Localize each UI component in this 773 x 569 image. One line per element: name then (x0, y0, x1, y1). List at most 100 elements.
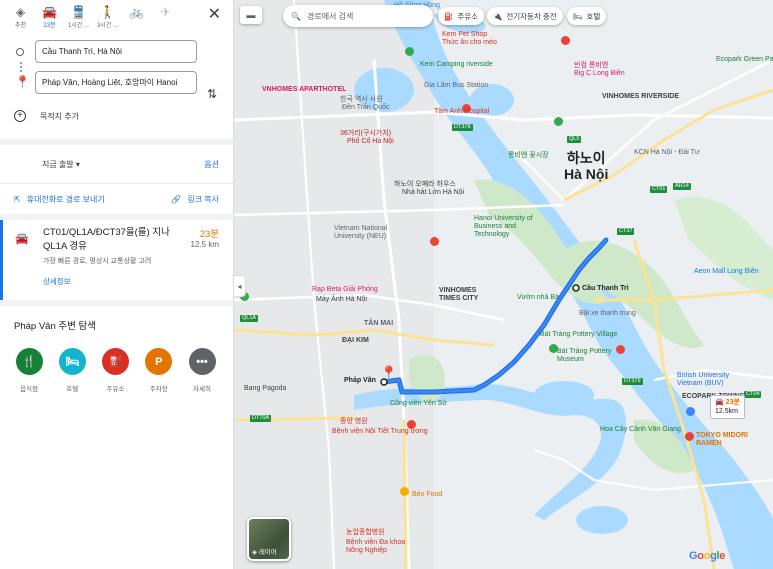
map-label: Béo Food (412, 491, 443, 498)
search-icon: 🔍 (291, 11, 301, 21)
category-more[interactable]: ••• 자세히 (187, 348, 217, 393)
route-title: CT01/QL1A/ĐCT37을(를) 지나 QL1A 경유 (43, 227, 170, 252)
hotel-icon: 🛏 (573, 11, 583, 21)
chevron-down-icon: ▾ (75, 159, 80, 169)
poi-pin[interactable] (405, 47, 414, 56)
phone-icon: ⇱ (14, 194, 21, 204)
map-label: Máy Ảnh Hà Nội (316, 296, 367, 303)
layers-label: ◈ 레이어 (252, 549, 277, 556)
layers-icon: ◈ (252, 549, 257, 556)
bike-icon: 🚲 (129, 5, 144, 19)
poi-pin[interactable] (685, 432, 694, 441)
collapse-panel-button[interactable]: ◂ (234, 275, 246, 297)
car-icon: 🚘 (42, 5, 57, 19)
road-shield: QL5 (567, 136, 582, 143)
category-gas-stations[interactable]: ⛽ 주유소 (101, 348, 131, 393)
map-label: Bãi xe thanh trung (579, 310, 636, 317)
map-label: Hoa Cây Cảnh Văn Giang (600, 426, 681, 433)
map-label: VINHOMES TIMES CITY (439, 287, 479, 302)
mode-driving[interactable]: 🚘 23분 (35, 4, 64, 29)
route-time-bubble[interactable]: 🚘 23분 12.5km (710, 395, 745, 419)
route-details-link[interactable]: 상세정보 (43, 276, 71, 287)
mode-transit[interactable]: 🚆 1시간 ... (64, 4, 93, 29)
layers-button[interactable]: ◈ 레이어 (247, 517, 291, 561)
menu-icon[interactable]: ▬ (240, 6, 262, 24)
transit-icon: 🚆 (71, 5, 86, 19)
poi-pin[interactable] (430, 237, 439, 246)
chip-ev-charging[interactable]: 🔌 전기자동차 충전 (487, 7, 563, 25)
mode-cycling[interactable]: 🚲 (122, 4, 151, 20)
restaurant-icon: 🍴 (15, 348, 43, 375)
poi-pin[interactable] (554, 117, 563, 126)
send-to-phone-button[interactable]: ⇱ 휴대전화로 경로 보내기 (14, 194, 105, 205)
search-placeholder: 경로에서 검색 (306, 11, 354, 21)
poi-pin[interactable] (400, 487, 409, 496)
destination-pin-icon[interactable]: 📍 (380, 365, 397, 382)
map-canvas[interactable]: Hồ Sông Hồng Kem Pet Shop Thức ăn cho mè… (234, 0, 773, 569)
map-label: 종양 병원 (340, 418, 368, 425)
road-shield: AH14 (673, 183, 691, 190)
map-label: Bệnh viện Đa khoa Nông Nghiệp (346, 539, 406, 554)
route-distance: 12.5 km (190, 240, 219, 249)
map-label: Nhà hát Lớn Hà Nội (402, 189, 465, 196)
map-label: VINHOMES RIVERSIDE (602, 93, 680, 100)
map-label: Big C Long Biên (574, 70, 625, 77)
chip-hotels[interactable]: 🛏 호텔 (567, 7, 607, 25)
map-label: Kem Pet Shop (442, 31, 488, 38)
depart-options-bar: 지금 출발 ▾ 옵션 (0, 145, 233, 183)
mode-walking[interactable]: 🚶 3시간 ... (93, 4, 122, 29)
destination-input[interactable] (35, 71, 197, 94)
road-shield: DT378 (452, 124, 473, 131)
route-option-card[interactable]: 🚘 CT01/QL1A/ĐCT37을(를) 지나 QL1A 경유 23분 12.… (0, 220, 233, 300)
map-label: KCN Hà Nội - Đài Tư (634, 149, 700, 156)
road-shield: DT70A (250, 415, 272, 422)
destination-pin-icon: 📍 (15, 75, 30, 89)
map-label: Phố Cổ Hà Nội (347, 138, 394, 145)
map-label: Đền Trấn Quốc (342, 104, 390, 111)
category-parking[interactable]: P 주차장 (144, 348, 174, 393)
map-label: 빈컴 롱비엔 (574, 62, 609, 69)
poi-pin[interactable] (686, 407, 695, 416)
map-label: Ecopark Green Park (716, 56, 773, 63)
poi-pin[interactable] (616, 345, 625, 354)
share-bar: ⇱ 휴대전화로 경로 보내기 🔗 링크 복사 (0, 184, 233, 214)
add-destination-button[interactable]: + 목적지 추가 (0, 103, 233, 129)
plus-icon: + (14, 110, 26, 122)
road-shield: CT37 (617, 228, 635, 235)
map-label: ĐẠI KIM (342, 337, 369, 344)
route-search-box[interactable]: 🔍 경로에서 검색 (283, 5, 433, 27)
poi-pin[interactable] (561, 36, 570, 45)
map-label: Thức ăn cho mèo (442, 39, 497, 46)
origin-input[interactable] (35, 40, 197, 63)
road-shield: QL1A (240, 315, 259, 322)
ev-charging-icon: 🔌 (493, 11, 503, 21)
copy-link-button[interactable]: 🔗 링크 복사 (171, 194, 219, 205)
category-restaurants[interactable]: 🍴 음식점 (14, 348, 44, 393)
flight-icon: ✈ (160, 5, 171, 19)
map-label: 농업종합병원 (346, 529, 385, 536)
depart-now-dropdown[interactable]: 지금 출발 ▾ (42, 159, 80, 170)
options-button[interactable]: 옵션 (204, 159, 219, 170)
chip-gas-stations[interactable]: ⛽ 주유소 (438, 7, 485, 25)
category-hotels[interactable]: 🛏 호텔 (57, 348, 87, 393)
close-icon[interactable]: ✕ (208, 4, 221, 24)
map-label: Vietnam National University (NEU) (334, 225, 388, 240)
gas-station-icon: ⛽ (102, 348, 129, 375)
parking-icon: P (145, 348, 173, 375)
mode-flight[interactable]: ✈ (151, 4, 180, 20)
car-icon: 🚘 (15, 233, 29, 245)
mode-recommended[interactable]: ◈ 추천 (6, 4, 35, 29)
map-label: Công viên Yên Sở (390, 400, 447, 407)
map-label: Bát Tràng Pottery Village (540, 331, 618, 338)
walk-icon: 🚶 (100, 5, 115, 19)
map-label: Hanoi University of Business and Technol… (474, 215, 533, 238)
map-label: British University Vietnam (BUV) (677, 372, 730, 387)
map-label: Kem Camping riverside (420, 61, 493, 68)
swap-icon[interactable]: ⇅ (207, 87, 217, 101)
map-label: 36거리(구시가지) (340, 130, 392, 137)
hotel-icon: 🛏 (58, 348, 86, 375)
map-label: Bang Pagoda (244, 385, 287, 392)
directions-panel: ◈추천 🚘23분 🚆1시간 ... 🚶3시간 ... 🚲 ✈ ✕ 📍 ⇅ + 목… (0, 0, 234, 569)
map-label: VNHOMES APARTHOTEL (262, 86, 347, 93)
map-label: Vườn nhà Bà (517, 294, 559, 301)
